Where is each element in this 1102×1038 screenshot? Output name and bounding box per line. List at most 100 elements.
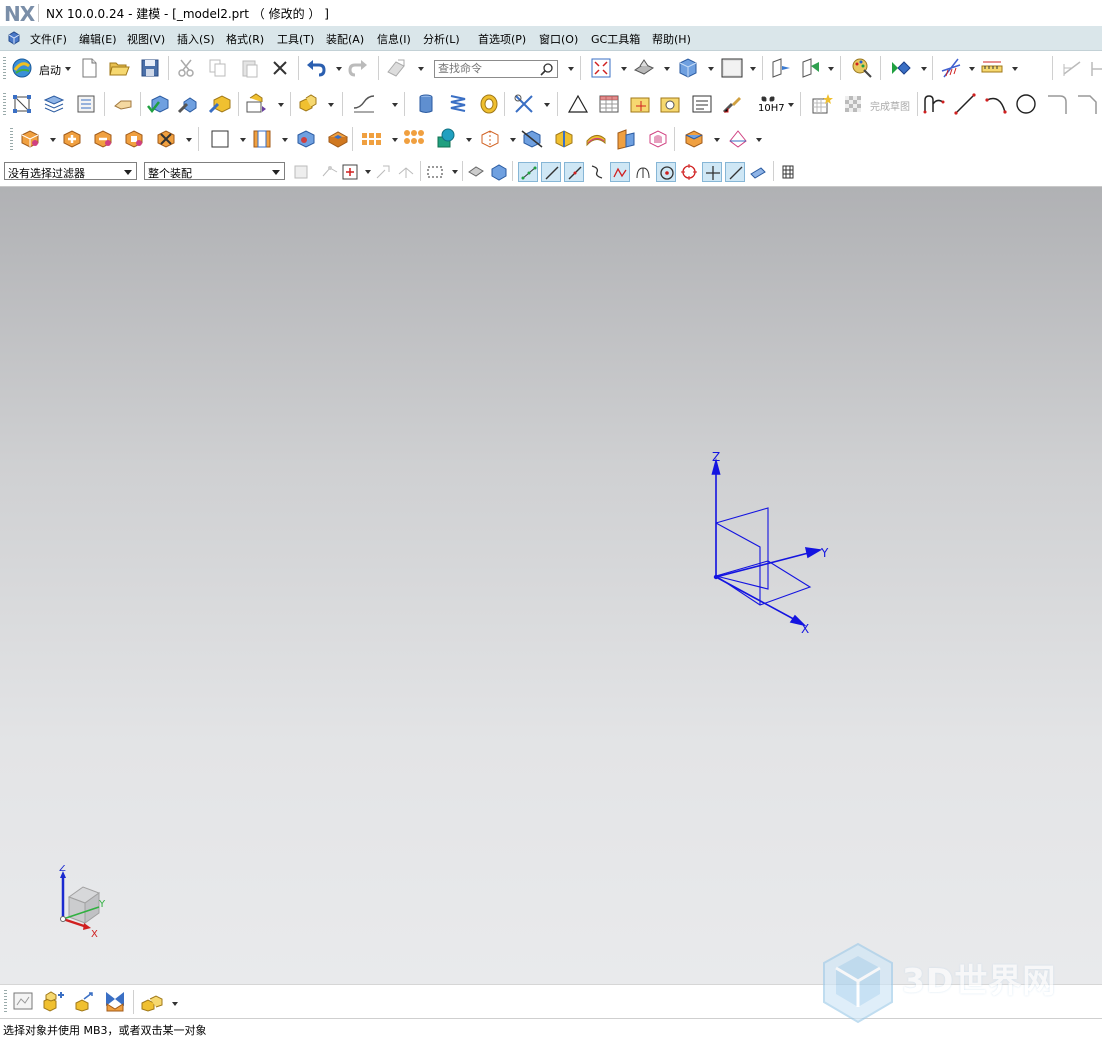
command-finder-input[interactable]: [435, 61, 542, 76]
menu-view[interactable]: 视图(V): [127, 31, 165, 47]
block-icon[interactable]: [294, 127, 318, 151]
app-menu-icon[interactable]: [7, 31, 21, 45]
view-orient-icon[interactable]: [632, 56, 656, 80]
start-icon[interactable]: [10, 56, 34, 80]
hand-icon[interactable]: [111, 92, 135, 116]
edge-blend-icon[interactable]: [434, 127, 458, 151]
start-dropdown-arrow[interactable]: [65, 67, 71, 71]
move-component-icon[interactable]: [72, 989, 96, 1013]
chamfer-dropdown-arrow[interactable]: [510, 138, 516, 142]
snap-point-on-curve-icon[interactable]: [725, 162, 745, 182]
grid-table-icon[interactable]: [778, 162, 798, 182]
start-label[interactable]: 启动: [39, 62, 61, 78]
menu-tools[interactable]: 工具(T): [277, 31, 314, 47]
snap-arc-center-icon[interactable]: [633, 162, 653, 182]
cylinder-icon[interactable]: [414, 92, 438, 116]
assembly-icon[interactable]: [296, 92, 320, 116]
chamfer-feature-icon[interactable]: [478, 127, 502, 151]
rectangle-select-dropdown-arrow[interactable]: [452, 170, 458, 174]
fit-tolerance-dropdown-arrow[interactable]: [788, 103, 794, 107]
triangle-icon[interactable]: [566, 92, 590, 116]
intersect-icon[interactable]: [122, 127, 146, 151]
snap-line-icon[interactable]: [541, 162, 561, 182]
table-icon[interactable]: [597, 92, 621, 116]
redo-icon[interactable]: [346, 56, 370, 80]
render-dropdown-arrow[interactable]: [708, 67, 714, 71]
background-dropdown-arrow[interactable]: [750, 67, 756, 71]
chamfer-icon[interactable]: [1076, 92, 1100, 116]
show-hide-icon[interactable]: [889, 56, 913, 80]
type-filter-select[interactable]: 没有选择过滤器: [4, 162, 137, 180]
fit-dropdown-arrow[interactable]: [621, 67, 627, 71]
layer-dropdown-arrow[interactable]: [828, 67, 834, 71]
menu-gc-toolbox[interactable]: GC工具箱: [591, 31, 640, 47]
snap-grid-icon[interactable]: [373, 162, 393, 182]
measure-icon[interactable]: [980, 56, 1004, 80]
bearing-icon[interactable]: [477, 92, 501, 116]
split-body-icon[interactable]: [552, 127, 576, 151]
curve-icon[interactable]: [352, 92, 376, 116]
repeat-command-icon[interactable]: [384, 56, 408, 80]
layer-icon[interactable]: [768, 56, 792, 80]
component-group-icon[interactable]: [140, 989, 164, 1013]
select-box-dropdown-arrow[interactable]: [365, 170, 371, 174]
orient-dropdown-arrow[interactable]: [664, 67, 670, 71]
delete-body-icon[interactable]: [154, 127, 178, 151]
move-face-dropdown-arrow[interactable]: [714, 138, 720, 142]
snap-on-face-icon[interactable]: [748, 162, 768, 182]
menu-format[interactable]: 格式(R): [226, 31, 264, 47]
snap-dropdown-arrow[interactable]: [969, 67, 975, 71]
finish-sketch-icon[interactable]: [841, 92, 865, 116]
pattern-icon[interactable]: [359, 127, 383, 151]
body-dropdown-arrow[interactable]: [186, 138, 192, 142]
layer-stack-icon[interactable]: [42, 92, 66, 116]
cut-icon[interactable]: [174, 56, 198, 80]
layer-settings-icon[interactable]: [74, 92, 98, 116]
toolbar-grip[interactable]: [3, 57, 6, 79]
menu-file[interactable]: 文件(F): [30, 31, 67, 47]
delete-icon[interactable]: [268, 56, 292, 80]
background-icon[interactable]: [720, 56, 744, 80]
assembly-dropdown-arrow[interactable]: [328, 103, 334, 107]
profile-icon[interactable]: [922, 92, 946, 116]
repeat-dropdown-arrow[interactable]: [418, 67, 424, 71]
dimension-icon[interactable]: [1060, 56, 1084, 80]
graphics-window[interactable]: Z Y X Z Y X: [0, 187, 1102, 984]
model-edit-icon[interactable]: [208, 92, 232, 116]
component-dropdown-arrow[interactable]: [172, 1002, 178, 1006]
undo-dropdown-arrow[interactable]: [336, 67, 342, 71]
fillet-icon[interactable]: [1046, 92, 1070, 116]
subtract-icon[interactable]: [91, 127, 115, 151]
select-body-icon[interactable]: [489, 162, 509, 182]
chevron-down-icon[interactable]: [272, 170, 280, 175]
finder-dropdown-arrow[interactable]: [568, 67, 574, 71]
open-icon[interactable]: [107, 56, 131, 80]
menu-window[interactable]: 窗口(O): [539, 31, 578, 47]
menu-preferences[interactable]: 首选项(P): [478, 31, 526, 47]
menu-assembly[interactable]: 装配(A): [326, 31, 364, 47]
finish-sketch-label[interactable]: 完成草图: [870, 98, 910, 113]
datum-dropdown-arrow[interactable]: [240, 138, 246, 142]
command-finder[interactable]: [434, 60, 558, 78]
circle-icon[interactable]: [1014, 92, 1038, 116]
shell-dropdown-arrow[interactable]: [282, 138, 288, 142]
shell-icon[interactable]: [250, 127, 274, 151]
undo-icon[interactable]: [304, 56, 328, 80]
assembly-navigator-icon[interactable]: [11, 989, 35, 1013]
curve-dropdown-arrow[interactable]: [392, 103, 398, 107]
snap-intersect-icon[interactable]: [396, 162, 416, 182]
fit-icon[interactable]: [589, 56, 613, 80]
rectangle-select-icon[interactable]: [425, 162, 445, 182]
move-face-icon[interactable]: [682, 127, 706, 151]
assembly-constraint-icon[interactable]: [103, 989, 127, 1013]
toolbar-grip[interactable]: [10, 128, 13, 150]
snap-intersection-icon[interactable]: [702, 162, 722, 182]
show-hide-dropdown-arrow[interactable]: [921, 67, 927, 71]
pattern-feature-icon[interactable]: [402, 127, 426, 151]
tools-wrench-icon[interactable]: [512, 92, 536, 116]
repair-icon[interactable]: [176, 92, 200, 116]
extrude-icon[interactable]: [18, 127, 42, 151]
view-triad[interactable]: Z Y X: [55, 865, 115, 937]
pocket-icon[interactable]: [326, 127, 350, 151]
trim-body-icon[interactable]: [520, 127, 544, 151]
